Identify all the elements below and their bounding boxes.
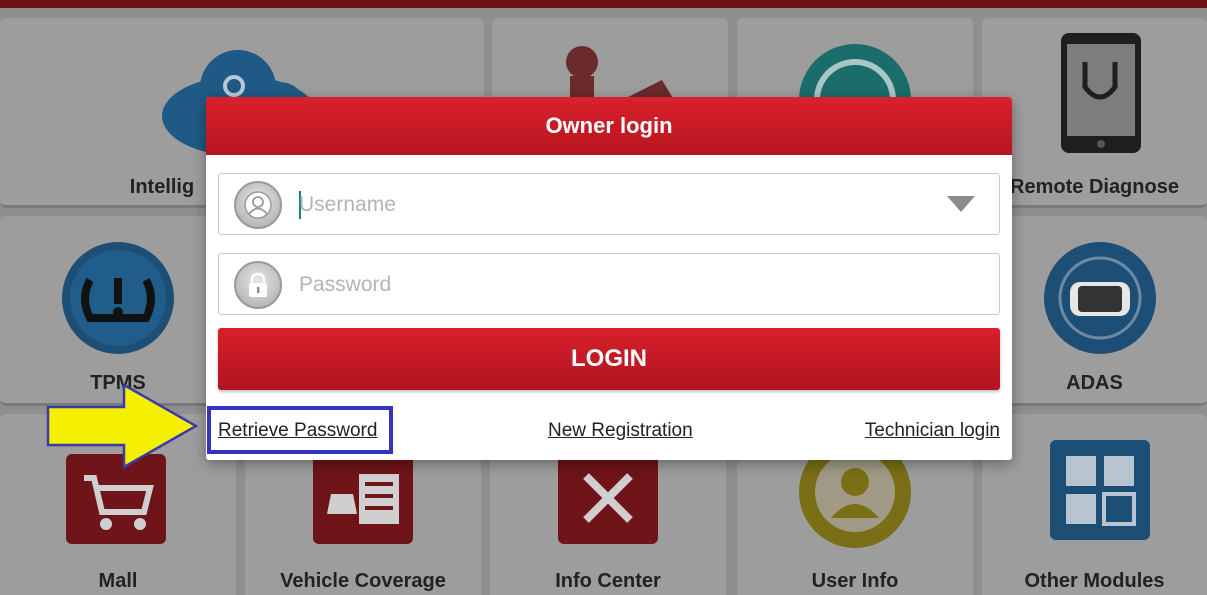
pointer-arrow-icon [46,382,199,474]
tile-label-mall: Mall [98,570,138,592]
tile-adas[interactable]: ADAS [982,216,1207,406]
technician-login-link[interactable]: Technician login [865,420,1000,442]
login-button[interactable]: LOGIN [218,328,1000,390]
tile-label-other-modules: Other Modules [1024,570,1165,592]
adas-icon [1042,240,1158,361]
tile-remote-diagnose[interactable]: Remote Diagnose [982,18,1207,208]
password-field[interactable] [218,253,1000,315]
dialog-title: Owner login [206,97,1012,155]
tile-tpms[interactable]: TPMS [0,216,236,406]
tools-icon [558,454,658,549]
chevron-down-icon[interactable] [947,196,975,212]
username-field[interactable] [218,173,1000,235]
password-input[interactable] [299,270,919,300]
top-bar [0,0,1207,8]
tile-label-remote-diagnose: Remote Diagnose [1010,176,1179,198]
tile-label-adas: ADAS [1066,372,1123,394]
tile-label-user-info: User Info [811,570,899,592]
tpms-icon [60,240,176,361]
username-input[interactable] [299,190,919,220]
new-registration-link[interactable]: New Registration [548,420,693,442]
grid-icon [1050,440,1150,545]
tablet-stethoscope-icon [1060,32,1142,159]
tile-label-vehicle-coverage: Vehicle Coverage [280,570,446,592]
lock-icon [234,261,282,309]
tile-other-modules[interactable]: Other Modules [982,414,1207,595]
highlight-box [207,406,393,454]
tile-label-info-center: Info Center [555,570,661,592]
user-icon [234,181,282,229]
coverage-icon [313,454,413,549]
